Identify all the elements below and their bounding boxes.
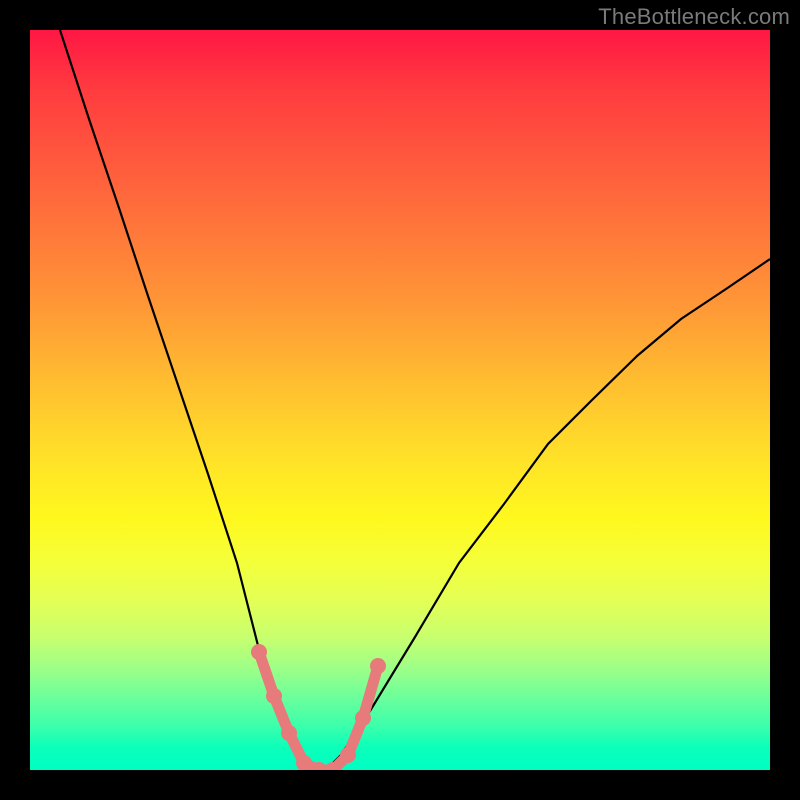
plot-area	[30, 30, 770, 770]
highlight-dot	[281, 725, 297, 741]
highlight-dot	[251, 644, 267, 660]
highlight-dot	[340, 747, 356, 763]
highlight-dot	[355, 710, 371, 726]
curve-layer	[30, 30, 770, 770]
outer-frame: TheBottleneck.com	[0, 0, 800, 800]
highlight-dot	[266, 688, 282, 704]
bottleneck-curve	[60, 30, 770, 770]
watermark-text: TheBottleneck.com	[598, 4, 790, 30]
highlight-dot	[370, 658, 386, 674]
